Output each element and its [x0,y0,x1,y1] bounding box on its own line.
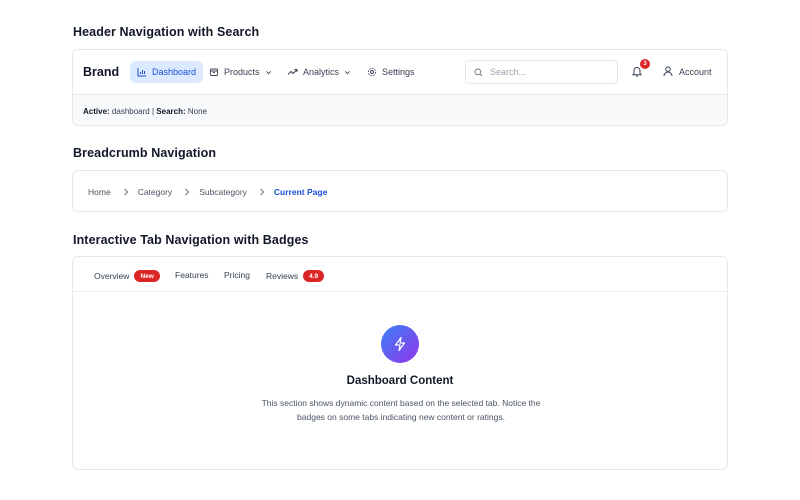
chevron-right-icon [123,188,129,196]
content-title: Dashboard Content [346,375,454,387]
account-label: Account [679,66,712,77]
search-box[interactable] [465,60,618,84]
status-active-value: dashboard [111,106,150,116]
nav-item-dashboard[interactable]: Dashboard [130,61,204,83]
tab-label: Reviews [266,271,299,281]
tab-badge-rating: 4.9 [303,270,325,282]
breadcrumb-current: Current Page [273,187,328,197]
breadcrumb-card: Home Category Subcategory Current Page [72,170,728,212]
header-navigation: Brand Dashboard Products Analytics Setti… [72,49,728,126]
breadcrumb-item-category[interactable]: Category [138,187,173,197]
tab-label: Overview [94,271,130,281]
tab-bar: Overview New Features Pricing Reviews 4.… [73,257,727,292]
trending-up-icon [287,69,298,75]
section-title-tabs: Interactive Tab Navigation with Badges [73,233,309,247]
nav-item-settings[interactable]: Settings [360,61,422,83]
gear-icon [367,67,377,77]
package-icon [210,68,218,76]
chevron-down-icon [345,70,351,74]
status-separator: | [151,106,155,116]
user-icon [663,66,673,77]
nav-item-label: Analytics [303,67,340,77]
section-title-breadcrumb: Breadcrumb Navigation [73,146,217,160]
tab-label: Pricing [224,270,250,280]
chevron-right-icon [259,188,265,196]
tab-overview[interactable]: Overview New [94,270,160,282]
lightning-icon [381,325,419,363]
bar-chart-icon [137,68,146,77]
brand-logo[interactable]: Brand [83,65,119,79]
content-description: This section shows dynamic content based… [261,398,541,422]
status-search-value: None [187,106,207,116]
search-icon [474,68,483,76]
status-bar: Active: dashboard | Search: None [73,94,727,125]
tab-badge-new: New [134,270,160,282]
tabs-card: Overview New Features Pricing Reviews 4.… [72,256,728,470]
nav-item-analytics[interactable]: Analytics [280,61,358,83]
tab-features[interactable]: Features [175,270,209,280]
nav-item-label: Settings [382,67,415,77]
chevron-right-icon [184,188,190,196]
tab-reviews[interactable]: Reviews 4.9 [266,270,325,282]
notification-badge: 3 [640,59,650,69]
tab-pricing[interactable]: Pricing [224,270,250,280]
search-input[interactable] [490,67,600,77]
breadcrumb: Home Category Subcategory Current Page [88,187,327,197]
chevron-down-icon [265,70,271,74]
nav-item-label: Dashboard [152,67,197,77]
nav-item-products[interactable]: Products [202,61,279,83]
nav-item-label: Products [224,67,260,77]
tab-label: Features [175,270,209,280]
breadcrumb-item-home[interactable]: Home [88,187,111,197]
section-title-header: Header Navigation with Search [73,25,260,39]
account-button[interactable]: Account [663,66,712,77]
status-active-label: Active: [83,106,110,116]
breadcrumb-item-subcategory[interactable]: Subcategory [199,187,247,197]
status-search-label: Search: [156,106,186,116]
